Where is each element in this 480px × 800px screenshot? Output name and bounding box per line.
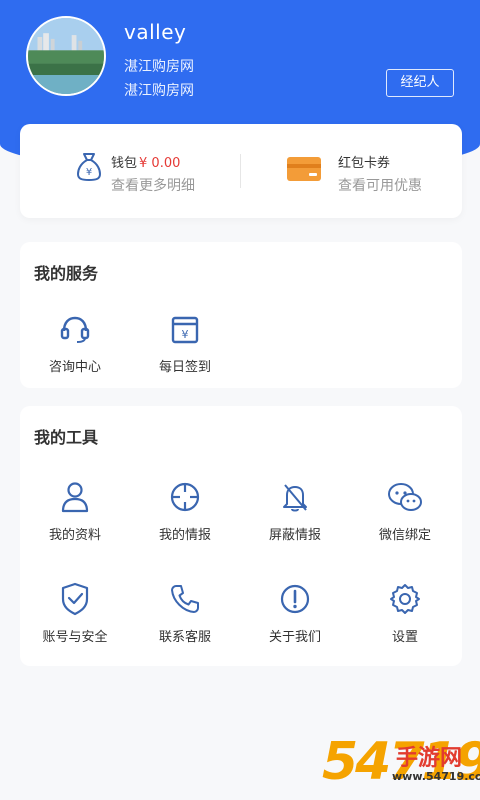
coupon-entry[interactable]: 红包卡券 查看可用优惠 [242,124,462,218]
wallet-amount: ¥ 0.00 [139,156,181,171]
tool-label: 我的资料 [48,528,101,543]
coupon-desc: 查看可用优惠 [338,178,422,194]
tools-title: 我的工具 [34,428,99,447]
tool-item-wechat[interactable]: 微信绑定 [360,480,450,543]
bell-off-icon [250,480,340,514]
coupon-title: 红包卡券 [338,156,391,171]
headset-icon [30,312,120,346]
username: valley [124,20,187,44]
wallet-desc: 查看更多明细 [111,178,195,194]
info-circle-icon [250,582,340,616]
tools-card: 我的工具 我的资料 我的情报 屏蔽情报 微信绑定 账号与安全 联系客服 关于我们… [20,406,462,666]
gear-icon [360,582,450,616]
shield-check-icon [30,582,120,616]
tool-item-contact[interactable]: 联系客服 [140,582,230,645]
user-icon [30,480,120,514]
avatar-image [28,18,104,94]
tool-label: 设置 [391,630,418,645]
watermark-logo: 54719 手游网 www.54719.com [322,732,480,792]
money-bag-icon: ¥ [76,152,102,186]
profile-subtitle: 湛江购房网 [124,59,194,75]
watermark-url: www.54719.com [392,770,480,783]
tool-item-profile[interactable]: 我的资料 [30,480,120,543]
svg-text:¥: ¥ [86,167,92,178]
tool-label: 屏蔽情报 [268,528,321,543]
agent-button[interactable]: 经纪人 [386,69,454,97]
divider [240,154,241,188]
services-card: 我的服务 咨询中心 ¥ 每日签到 [20,242,462,388]
wechat-icon [360,480,450,514]
tool-item-about[interactable]: 关于我们 [250,582,340,645]
services-title: 我的服务 [34,264,99,283]
tool-item-block[interactable]: 屏蔽情报 [250,480,340,543]
tool-item-security[interactable]: 账号与安全 [30,582,120,645]
phone-icon [140,582,230,616]
tool-label: 账号与安全 [42,630,108,645]
avatar[interactable] [26,16,106,96]
wallet-title: 钱包 ¥ 0.00 [111,152,180,171]
card-icon [286,156,322,186]
tool-item-intel[interactable]: 我的情报 [140,480,230,543]
wallet-label: 钱包 [111,156,138,171]
wallet-entry[interactable]: ¥ 钱包 ¥ 0.00 查看更多明细 [20,124,240,218]
wallet-card: ¥ 钱包 ¥ 0.00 查看更多明细 红包卡券 查看可用优惠 [20,124,462,218]
service-item-consult[interactable]: 咨询中心 [30,312,120,375]
calendar-yen-icon: ¥ [140,312,230,346]
tool-label: 联系客服 [158,630,211,645]
service-label: 咨询中心 [48,360,101,375]
profile-subtitle-2: 湛江购房网 [124,83,194,99]
watermark-text: 手游网 [396,746,463,771]
service-label: 每日签到 [158,360,211,375]
tool-item-settings[interactable]: 设置 [360,582,450,645]
crosshair-icon [140,480,230,514]
service-item-checkin[interactable]: ¥ 每日签到 [140,312,230,375]
tool-label: 关于我们 [268,630,321,645]
svg-text:¥: ¥ [182,328,189,341]
tool-label: 微信绑定 [378,528,431,543]
tool-label: 我的情报 [158,528,211,543]
